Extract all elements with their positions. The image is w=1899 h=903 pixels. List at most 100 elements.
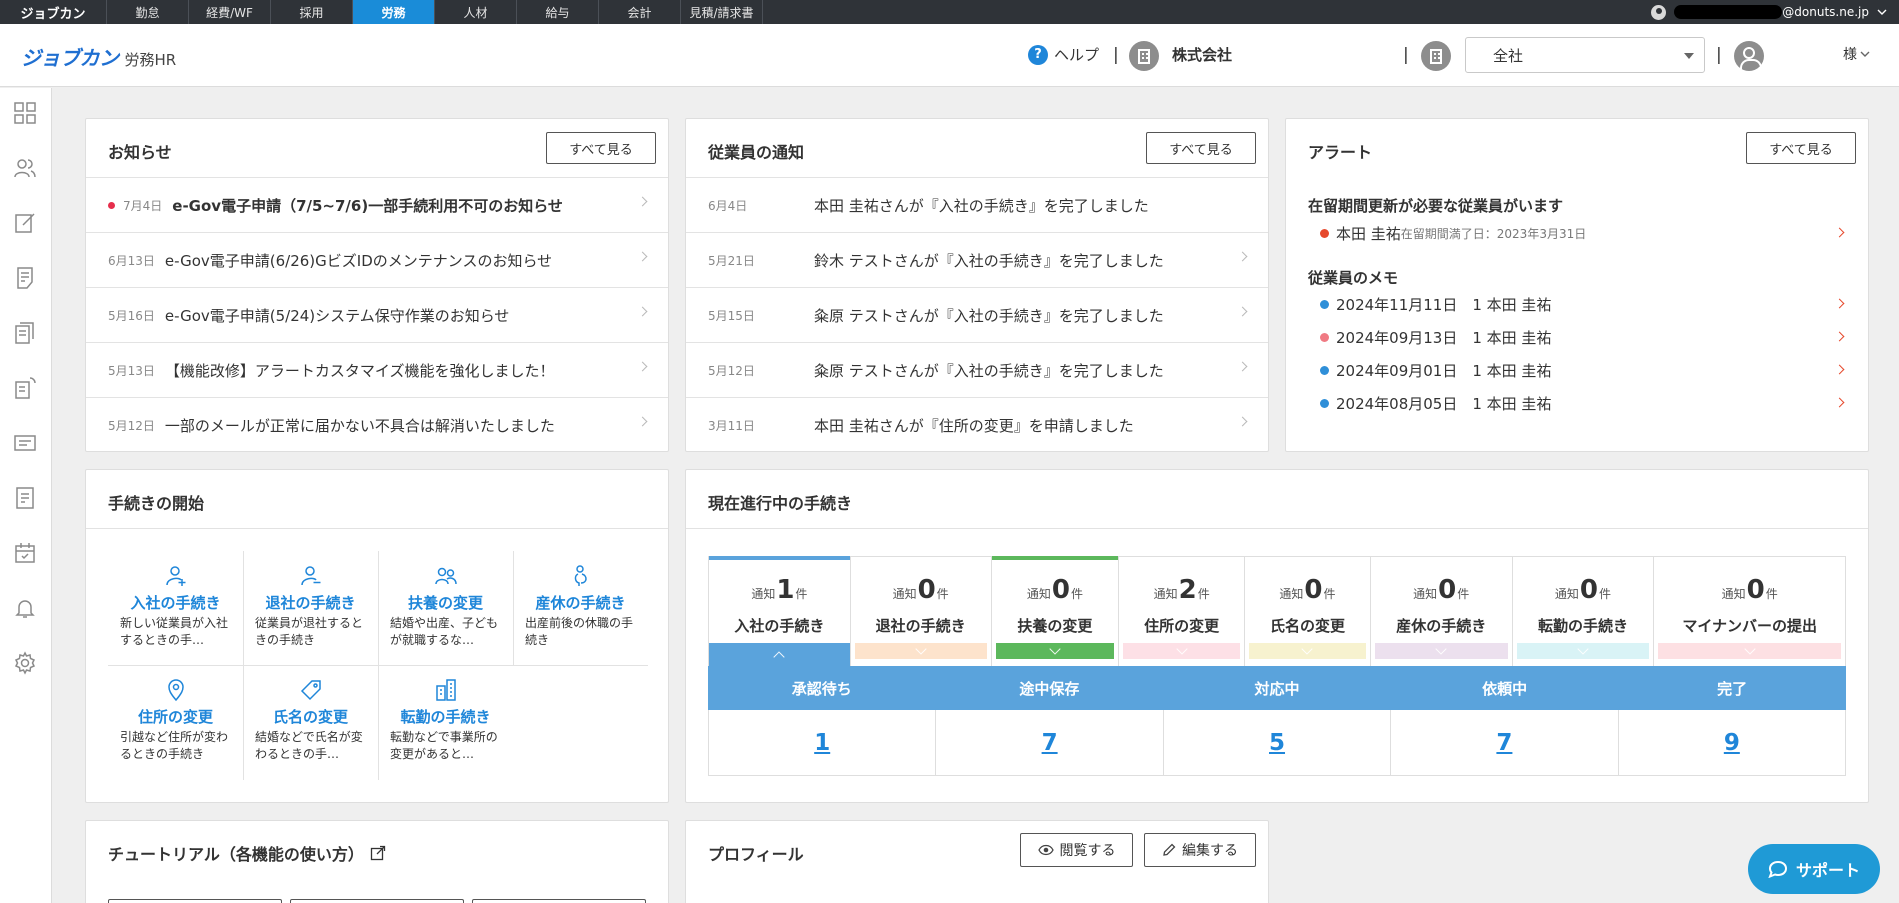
product-tab-invoice[interactable]: 見積/請求書 — [681, 0, 763, 24]
employee-notice-item[interactable]: 5月12日 粂原 テストさんが『入社の手続き』を完了しました — [686, 342, 1268, 397]
tab-count: 通知1件 — [751, 575, 808, 605]
family-icon — [435, 567, 457, 585]
tab-retire[interactable]: 通知0件 退社の手続き — [851, 557, 992, 666]
support-button[interactable]: サポート — [1748, 844, 1880, 894]
employee-notice-item[interactable]: 5月15日 粂原 テストさんが『入社の手続き』を完了しました — [686, 287, 1268, 342]
product-brand[interactable]: ジョブカン — [0, 0, 107, 24]
checklist-icon[interactable] — [13, 486, 37, 510]
chevron-down-icon — [1374, 643, 1508, 659]
product-tab-accounting[interactable]: 会計 — [599, 0, 681, 24]
edit-icon[interactable] — [13, 211, 37, 235]
procedure-transfer[interactable]: 転勤の手続き 転勤などで事業所の変更があると… — [378, 665, 513, 779]
residence-alert-item[interactable]: 本田 圭祐 在留期間満了日：2023年3月31日 — [1320, 221, 1846, 245]
logo-sub: 労務HR — [124, 51, 177, 69]
employee-notice-date: 3月11日 — [708, 418, 755, 433]
dashboard-icon[interactable] — [13, 101, 37, 125]
id-card-icon[interactable] — [13, 431, 37, 455]
document-icon[interactable] — [13, 266, 37, 290]
person-remove-icon — [301, 566, 321, 586]
status-draft-link[interactable]: 7 — [936, 710, 1164, 775]
profile-edit-label: 編集する — [1182, 843, 1238, 859]
employee-notices-view-all-button[interactable]: すべて見る — [1146, 132, 1256, 164]
notice-item[interactable]: 6月13日 e-Gov電子申請(6/26)GビズIDのメンテナンスのお知らせ — [86, 232, 668, 287]
company-icon — [1129, 41, 1159, 71]
status-header: 完了 — [1717, 679, 1748, 698]
tutorial-button[interactable] — [290, 899, 464, 903]
account-menu[interactable]: @donuts.ne.jp — [1651, 0, 1899, 24]
start-procedures-title: 手続きの開始 — [108, 494, 205, 513]
tab-address[interactable]: 通知2件 住所の変更 — [1119, 557, 1246, 666]
help-link[interactable]: ? ヘルプ — [1028, 44, 1099, 65]
bell-icon[interactable] — [13, 596, 37, 620]
gear-icon[interactable] — [13, 651, 37, 675]
tab-my-number[interactable]: 通知0件 マイナンバーの提出 — [1654, 557, 1845, 666]
tutorial-button[interactable] — [108, 899, 282, 903]
procedure-dependents[interactable]: 扶養の変更 結婚や出産、子どもが就職するな… — [378, 551, 513, 665]
notices-view-all-button[interactable]: すべて見る — [546, 132, 656, 164]
notice-item[interactable]: 5月13日 【機能改修】アラートカスタマイズ機能を強化しました！ — [86, 342, 668, 397]
company-name[interactable]: 株式会社 — [1172, 44, 1232, 65]
profile-edit-button[interactable]: 編集する — [1144, 833, 1256, 867]
status-in-progress-link[interactable]: 5 — [1164, 710, 1392, 775]
tutorial-title-row[interactable]: チュートリアル（各機能の使い方） — [108, 841, 386, 865]
status-requested-link[interactable]: 7 — [1391, 710, 1619, 775]
memo-item[interactable]: 2024年09月13日 1 本田 圭祐 — [1320, 325, 1846, 349]
employee-notice-text: 鈴木 テストさんが『入社の手続き』を完了しました — [814, 251, 1164, 270]
user-avatar[interactable] — [1734, 41, 1764, 71]
product-tab-payroll[interactable]: 給与 — [517, 0, 599, 24]
procedure-name: 入社の手続き — [130, 594, 221, 612]
tab-hire[interactable]: 通知1件 入社の手続き — [709, 556, 851, 667]
notice-item[interactable]: 7月4日 e-Gov電子申請（7/5~7/6)一部手続利用不可のお知らせ — [86, 177, 668, 232]
product-tab-recruit[interactable]: 採用 — [271, 0, 353, 24]
tab-label: 入社の手続き — [734, 617, 825, 635]
memo-item[interactable]: 2024年11月11日 1 本田 圭祐 — [1320, 292, 1846, 316]
procedure-desc: 引越など住所が変わるときの手続き — [120, 730, 229, 761]
notice-text: 一部のメールが正常に届かない不具合は解消いたしました — [164, 416, 555, 435]
status-completed-link[interactable]: 9 — [1619, 710, 1845, 775]
help-icon: ? — [1028, 44, 1048, 65]
procedure-hire[interactable]: 入社の手続き 新しい従業員が入社するときの手… — [108, 551, 243, 665]
profile-view-button[interactable]: 閲覧する — [1020, 833, 1133, 867]
tutorial-button[interactable] — [472, 899, 646, 903]
calendar-icon[interactable] — [13, 541, 37, 565]
employee-notice-item[interactable]: 5月21日 鈴木 テストさんが『入社の手続き』を完了しました — [686, 232, 1268, 287]
tab-count: 通知0件 — [1554, 575, 1612, 605]
chevron-down-icon — [1877, 9, 1887, 15]
employee-notice-item[interactable]: 6月4日 本田 圭祐さんが『入社の手続き』を完了しました — [686, 177, 1268, 232]
tab-label: 転勤の手続き — [1537, 617, 1628, 635]
tab-dependents[interactable]: 通知0件 扶養の変更 — [991, 556, 1120, 666]
employee-notice-item[interactable]: 3月11日 本田 圭祐さんが『住所の変更』を申請しました — [686, 397, 1268, 452]
employees-icon[interactable] — [13, 156, 37, 180]
chevron-right-icon — [637, 196, 648, 207]
product-tab-expense[interactable]: 経費/WF — [189, 0, 271, 24]
procedure-address[interactable]: 住所の変更 引越など住所が変わるときの手続き — [108, 665, 243, 779]
procedure-maternity[interactable]: 産休の手続き 出産前後の休職の手続き — [513, 551, 648, 665]
tab-transfer[interactable]: 通知0件 転勤の手続き — [1513, 557, 1655, 666]
tab-maternity[interactable]: 通知0件 産休の手続き — [1371, 557, 1513, 666]
tab-name-change[interactable]: 通知0件 氏名の変更 — [1245, 557, 1371, 666]
office-select[interactable]: 全社 — [1465, 37, 1705, 73]
status-awaiting-approval-link[interactable]: 1 — [709, 710, 937, 775]
memo-item[interactable]: 2024年08月05日 1 本田 圭祐 — [1320, 391, 1846, 415]
user-menu[interactable]: 様 — [1843, 44, 1870, 64]
send-document-icon[interactable] — [13, 376, 37, 400]
documents-icon[interactable] — [13, 321, 37, 345]
chevron-right-icon — [1237, 306, 1248, 317]
employee-notices-title: 従業員の通知 — [708, 143, 805, 162]
notice-text: 【機能改修】アラートカスタマイズ機能を強化しました！ — [164, 361, 555, 380]
chevron-right-icon — [637, 416, 648, 427]
chat-bubble-icon — [1768, 860, 1787, 878]
product-tab-labor[interactable]: 労務 — [353, 0, 435, 24]
alerts-view-all-button[interactable]: すべて見る — [1746, 132, 1856, 164]
employee-notices-list: 6月4日 本田 圭祐さんが『入社の手続き』を完了しました 5月21日 鈴木 テス… — [686, 177, 1268, 452]
product-tab-kintai[interactable]: 勤怠 — [107, 0, 189, 24]
notice-item[interactable]: 5月12日 一部のメールが正常に届かない不具合は解消いたしました — [86, 397, 668, 452]
notice-date: 6月13日 — [108, 253, 155, 268]
memo-item[interactable]: 2024年09月01日 1 本田 圭祐 — [1320, 358, 1846, 382]
notice-item[interactable]: 5月16日 e-Gov電子申請(5/24)システム保守作業のお知らせ — [86, 287, 668, 342]
procedure-retire[interactable]: 退社の手続き 従業員が退社するときの手続き — [243, 551, 378, 665]
app-logo[interactable]: ジョブカン 労務HR — [21, 42, 176, 71]
memo-text: 2024年09月13日 1 本田 圭祐 — [1336, 328, 1552, 347]
product-tab-talent[interactable]: 人材 — [435, 0, 517, 24]
procedure-name-change[interactable]: 氏名の変更 結婚などで氏名が変わるときの手… — [243, 665, 378, 779]
